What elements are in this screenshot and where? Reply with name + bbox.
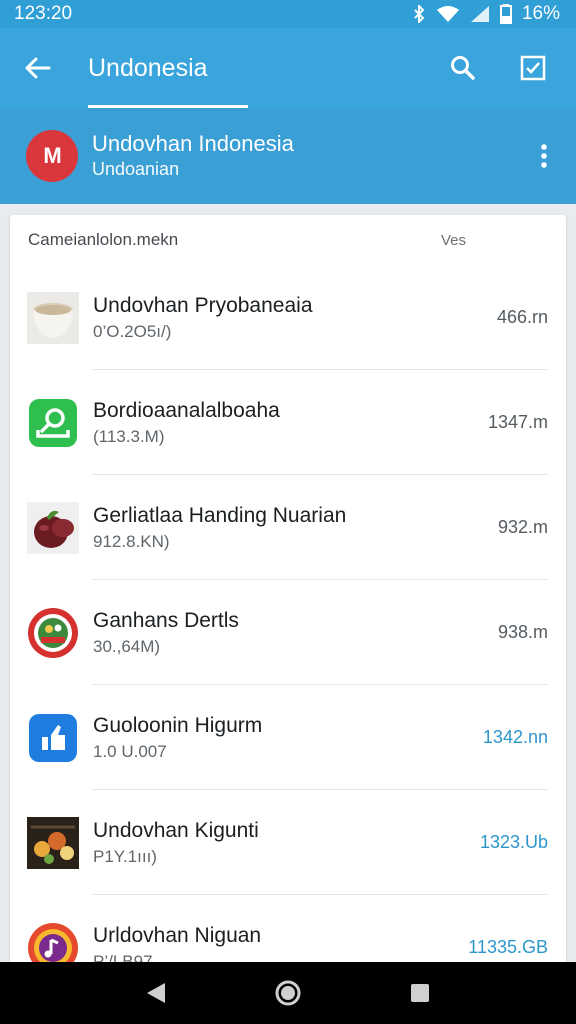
page-title: Undonesia: [88, 53, 208, 82]
list-item-subtitle: P1Y.1ııı): [93, 846, 157, 866]
list-item-size: 11335.GB: [468, 937, 548, 957]
account-text: Undovhan Indonesia Undoanian: [92, 131, 294, 181]
list-item[interactable]: Bordioaanalalboaha (113.3.M) 1347.m: [10, 370, 566, 475]
battery-icon: [499, 4, 512, 24]
list-item-subtitle: (113.3.M): [93, 426, 165, 446]
list-item-subtitle: 0’O.2O5ı/): [93, 321, 172, 341]
more-button[interactable]: [532, 132, 556, 180]
list-item-title: Ganhans Dertls: [93, 608, 239, 632]
list-item-text: Undovhan Pryobaneaia 0’O.2O5ı/): [93, 292, 497, 344]
list-item-title: Gerliatlaa Handing Nuarian: [93, 503, 347, 527]
search-icon: [451, 56, 475, 80]
bluetooth-icon: [412, 5, 426, 23]
list-item[interactable]: Undovhan Pryobaneaia 0’O.2O5ı/) 466.rn: [10, 265, 566, 370]
list-header: Cameianlolon.mekn Ves: [10, 215, 566, 265]
list-item-text: Undovhan Kigunti P1Y.1ııı): [93, 817, 480, 869]
account-name: Undovhan Indonesia: [92, 131, 294, 156]
badge-icon: [27, 607, 79, 659]
list-item-size: 466.rn: [496, 307, 548, 327]
food-icon: [27, 816, 79, 869]
list-item-size: 932.m: [497, 517, 548, 537]
list-item-title: Undovhan Pryobaneaia: [93, 293, 313, 317]
avatar: M: [26, 130, 78, 182]
list-item-subtitle: 912.8.KN): [93, 531, 170, 551]
system-nav-bar: [0, 962, 576, 1024]
list-item-subtitle: 1.0 U.007: [93, 741, 167, 761]
status-time: 123:20: [14, 3, 73, 24]
list-item[interactable]: Ganhans Dertls 30.,64M) 938.m: [10, 580, 566, 685]
tab-current[interactable]: Undonesia: [78, 28, 248, 108]
list-item-size: 938.m: [497, 622, 548, 642]
green-app-icon: [27, 397, 79, 449]
nav-back-button[interactable]: [136, 973, 176, 1013]
list-item-title: Urldovhan Niguan: [93, 923, 262, 947]
home-circle-icon: [275, 980, 301, 1006]
list-item-size: 1347.m: [487, 412, 548, 432]
list-item-title: Undovhan Kigunti: [93, 818, 259, 842]
list-header-left: Cameianlolon.mekn: [28, 230, 179, 249]
app-actions: [440, 45, 576, 91]
nav-home-button[interactable]: [268, 973, 308, 1013]
select-button[interactable]: [510, 45, 556, 91]
battery-level: 16%: [521, 3, 560, 24]
blue-app-icon: [27, 712, 79, 764]
recents-square-icon: [411, 984, 429, 1002]
list-item[interactable]: Guoloonin Higurm 1.0 U.007 1342.nn: [10, 685, 566, 790]
wifi-icon: [436, 5, 460, 23]
list-item-text: Guoloonin Higurm 1.0 U.007: [93, 712, 483, 764]
nav-recents-button[interactable]: [400, 973, 440, 1013]
list-item-text: Bordioaanalalboaha (113.3.M): [93, 397, 488, 449]
signal-icon: [470, 5, 490, 23]
search-button[interactable]: [440, 45, 486, 91]
list-item[interactable]: Undovhan Kigunti P1Y.1ııı) 1323.Ub: [10, 790, 566, 895]
avatar-letters: M: [43, 143, 61, 168]
list-item[interactable]: Gerliatlaa Handing Nuarian 912.8.KN) 932…: [10, 475, 566, 580]
list-item-text: Ganhans Dertls 30.,64M): [93, 607, 498, 659]
account-subtitle: Undoanian: [92, 159, 180, 179]
back-arrow-icon: [25, 57, 51, 79]
fruit-icon: [27, 501, 79, 554]
list-item-size: 1323.Ub: [479, 832, 548, 852]
status-icons: 16%: [412, 3, 560, 25]
list-item-title: Bordioaanalalboaha: [93, 398, 280, 422]
account-header[interactable]: M Undovhan Indonesia Undoanian: [0, 108, 576, 204]
list-item-subtitle: 30.,64M): [93, 636, 161, 656]
list-header-right: Ves: [440, 231, 466, 249]
more-vert-icon: [541, 144, 547, 168]
teacup-icon: [27, 291, 79, 344]
status-bar: 123:20 16%: [0, 0, 576, 28]
app-bar: Undonesia: [0, 28, 576, 108]
back-button[interactable]: [0, 28, 76, 108]
app-list-card: Cameianlolon.mekn Ves Undovhan Pryobanea…: [10, 215, 566, 975]
checkbox-icon: [520, 55, 546, 81]
back-triangle-icon: [147, 983, 165, 1003]
list-item-text: Gerliatlaa Handing Nuarian 912.8.KN): [93, 502, 498, 554]
list-item-size: 1342.nn: [482, 727, 548, 747]
list-item-title: Guoloonin Higurm: [93, 713, 263, 737]
